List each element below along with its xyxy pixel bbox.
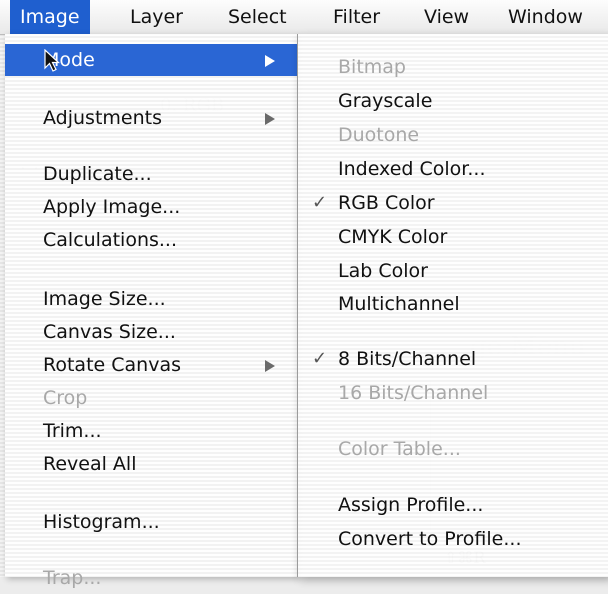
menu-window[interactable]: Window bbox=[508, 0, 583, 34]
checkmark-icon: ✓ bbox=[312, 192, 328, 213]
menu-item-label: RGB Color bbox=[338, 192, 435, 214]
menu-item-convert-to-profile[interactable]: Convert to Profile... bbox=[298, 523, 608, 555]
menu-item-reveal-all[interactable]: Reveal All bbox=[5, 448, 297, 480]
image-menu: Mode Adjustments Duplicate... Apply Imag… bbox=[5, 34, 298, 589]
menu-item-duplicate[interactable]: Duplicate... bbox=[5, 158, 297, 190]
menu-image[interactable]: Image bbox=[10, 0, 90, 34]
menu-item-multichannel[interactable]: Multichannel bbox=[298, 288, 608, 320]
menu-item-16-bits-channel: 16 Bits/Channel bbox=[338, 382, 489, 404]
menu-item-image-size[interactable]: Image Size... bbox=[5, 283, 297, 315]
menu-filter[interactable]: Filter bbox=[333, 0, 380, 34]
menu-item-label: Adjustments bbox=[43, 107, 162, 129]
menu-item-trim[interactable]: Trim... bbox=[5, 415, 297, 447]
submenu-arrow-icon bbox=[265, 360, 275, 372]
submenu-arrow-icon bbox=[265, 113, 275, 125]
menu-item-label: 8 Bits/Channel bbox=[338, 348, 477, 370]
menu-item-label: Rotate Canvas bbox=[43, 354, 181, 376]
menu-item-apply-image[interactable]: Apply Image... bbox=[5, 191, 297, 223]
menu-item-canvas-size[interactable]: Canvas Size... bbox=[5, 316, 297, 348]
menu-item-bitmap: Bitmap bbox=[338, 56, 406, 78]
menu-item-crop: Crop bbox=[43, 387, 88, 409]
menu-select[interactable]: Select bbox=[228, 0, 287, 34]
menu-item-lab-color[interactable]: Lab Color bbox=[298, 255, 608, 287]
mouse-cursor-icon bbox=[44, 49, 60, 72]
menu-item-rgb-color[interactable]: ✓ RGB Color bbox=[298, 187, 608, 219]
menu-item-8-bits-channel[interactable]: ✓ 8 Bits/Channel bbox=[298, 343, 608, 375]
menu-view[interactable]: View bbox=[424, 0, 469, 34]
menu-item-assign-profile[interactable]: Assign Profile... bbox=[298, 489, 608, 521]
menu-item-rotate-canvas[interactable]: Rotate Canvas bbox=[5, 349, 297, 381]
menu-item-color-table: Color Table... bbox=[338, 438, 461, 460]
menu-item-trap: Trap... bbox=[43, 567, 102, 589]
menu-item-calculations[interactable]: Calculations... bbox=[5, 224, 297, 256]
menu-layer[interactable]: Layer bbox=[130, 0, 183, 34]
checkmark-icon: ✓ bbox=[312, 348, 328, 369]
menu-item-cmyk-color[interactable]: CMYK Color bbox=[298, 221, 608, 253]
menu-item-grayscale[interactable]: Grayscale bbox=[298, 85, 608, 117]
menu-item-adjustments[interactable]: Adjustments bbox=[5, 102, 297, 134]
menu-item-duotone: Duotone bbox=[338, 124, 420, 146]
menu-item-indexed-color[interactable]: Indexed Color... bbox=[298, 153, 608, 185]
menu-bar: Image Layer Select Filter View Window bbox=[0, 0, 608, 35]
submenu-arrow-icon bbox=[265, 55, 275, 67]
mode-submenu: Bitmap Grayscale Duotone Indexed Color..… bbox=[297, 34, 608, 577]
menu-item-histogram[interactable]: Histogram... bbox=[5, 506, 297, 538]
